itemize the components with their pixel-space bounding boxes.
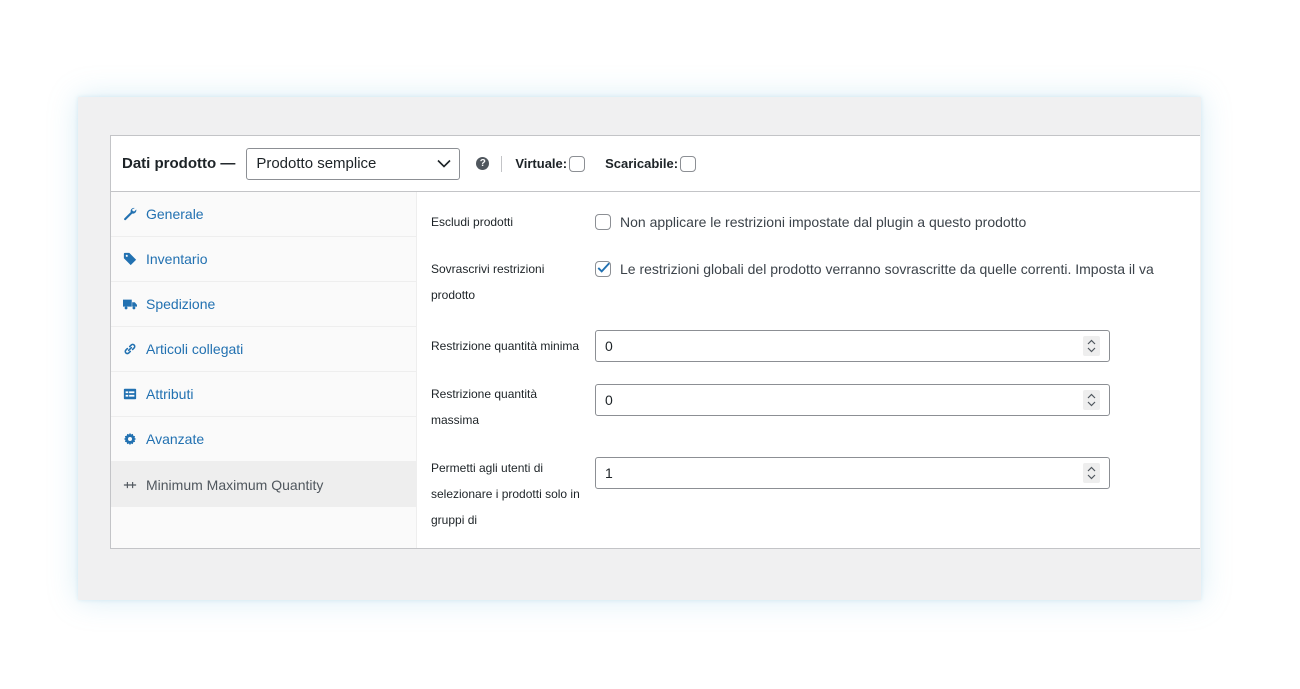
tab-label: Minimum Maximum Quantity xyxy=(146,476,324,493)
header-divider xyxy=(501,155,503,172)
stepper-arrows-icon xyxy=(1087,339,1096,353)
exclude-products-row: Escludi prodotti Non applicare le restri… xyxy=(417,209,1200,235)
tab-shipping[interactable]: Spedizione xyxy=(111,282,416,327)
tab-content: Escludi prodotti Non applicare le restri… xyxy=(417,192,1200,548)
min-quantity-row: Restrizione quantità minima 0 xyxy=(417,330,1200,362)
exclude-products-label: Escludi prodotti xyxy=(431,215,514,229)
tab-label: Attributi xyxy=(146,386,194,402)
stepper-arrows-icon xyxy=(1087,466,1096,480)
virtual-label: Virtuale: xyxy=(515,156,568,171)
tab-linked-products[interactable]: Articoli collegati xyxy=(111,327,416,372)
truck-icon xyxy=(122,297,137,312)
tab-label: Articoli collegati xyxy=(146,341,244,357)
min-quantity-input[interactable]: 0 xyxy=(595,330,1110,362)
override-restrictions-description: Le restrizioni globali del prodotto verr… xyxy=(620,261,1154,277)
tab-advanced[interactable]: Avanzate xyxy=(111,417,416,462)
chevron-down-icon xyxy=(437,159,451,168)
checkmark-icon xyxy=(597,262,610,273)
virtual-toggle[interactable]: Virtuale: xyxy=(515,155,586,172)
tab-inventory[interactable]: Inventario xyxy=(111,237,416,282)
max-quantity-stepper[interactable] xyxy=(1083,390,1100,410)
product-data-header: Dati prodotto — Prodotto semplice ? Virt… xyxy=(111,136,1200,192)
downloadable-toggle[interactable]: Scaricabile: xyxy=(605,155,697,172)
label-line: Sovrascrivi restrizioni xyxy=(431,262,545,276)
override-restrictions-row: Sovrascrivi restrizioni prodotto Le rest… xyxy=(417,256,1200,308)
question-icon[interactable]: ? xyxy=(476,157,490,170)
max-quantity-value: 0 xyxy=(605,392,613,408)
wrench-icon xyxy=(122,207,137,222)
min-quantity-value: 0 xyxy=(605,338,613,354)
gear-icon xyxy=(122,432,137,447)
max-quantity-input[interactable]: 0 xyxy=(595,384,1110,416)
label-line: prodotto xyxy=(431,288,476,302)
label-line: selezionare i prodotti solo in xyxy=(431,487,580,501)
min-quantity-stepper[interactable] xyxy=(1083,336,1100,356)
group-quantity-label: Permetti agli utenti di selezionare i pr… xyxy=(431,455,597,533)
tab-min-max-quantity[interactable]: Minimum Maximum Quantity xyxy=(111,462,416,507)
min-quantity-label: Restrizione quantità minima xyxy=(431,339,580,353)
max-quantity-row: Restrizione quantità massima 0 xyxy=(417,384,1200,436)
group-quantity-stepper[interactable] xyxy=(1083,463,1100,483)
plugin-icon xyxy=(122,477,137,492)
tab-label: Avanzate xyxy=(146,431,205,447)
label-line: gruppi di xyxy=(431,513,478,527)
override-restrictions-label: Sovrascrivi restrizioni prodotto xyxy=(431,256,597,308)
stepper-arrows-icon xyxy=(1087,393,1096,407)
list-icon xyxy=(122,387,137,402)
max-quantity-label: Restrizione quantità massima xyxy=(431,381,597,433)
tag-icon xyxy=(122,252,137,267)
product-data-panel: Dati prodotto — Prodotto semplice ? Virt… xyxy=(110,135,1200,549)
screenshot-frame: Dati prodotto — Prodotto semplice ? Virt… xyxy=(78,97,1201,600)
tab-label: Spedizione xyxy=(146,296,216,312)
tab-label: Inventario xyxy=(146,251,208,267)
exclude-products-checkbox[interactable] xyxy=(595,214,611,230)
downloadable-checkbox[interactable] xyxy=(680,155,697,172)
tab-label: Generale xyxy=(146,206,204,222)
exclude-products-description: Non applicare le restrizioni impostate d… xyxy=(620,214,1027,230)
product-type-select[interactable]: Prodotto semplice xyxy=(246,147,461,180)
override-restrictions-checkbox[interactable] xyxy=(595,261,611,277)
group-quantity-input[interactable]: 1 xyxy=(595,457,1110,489)
override-restrictions-option[interactable]: Le restrizioni globali del prodotto verr… xyxy=(595,256,1154,282)
label-line: massima xyxy=(431,413,480,427)
downloadable-label: Scaricabile: xyxy=(605,156,679,171)
product-type-value: Prodotto semplice xyxy=(256,155,377,172)
tab-attributes[interactable]: Attributi xyxy=(111,372,416,417)
exclude-products-option[interactable]: Non applicare le restrizioni impostate d… xyxy=(595,209,1026,235)
label-line: Restrizione quantità xyxy=(431,387,538,401)
tab-general[interactable]: Generale xyxy=(111,192,416,237)
virtual-checkbox[interactable] xyxy=(569,155,586,172)
group-quantity-row: Permetti agli utenti di selezionare i pr… xyxy=(417,457,1200,537)
label-line: Permetti agli utenti di xyxy=(431,461,544,475)
product-data-tabs: Generale Inventario Spedizione Articoli … xyxy=(111,192,417,548)
link-icon xyxy=(122,342,137,357)
group-quantity-value: 1 xyxy=(605,465,613,481)
panel-title: Dati prodotto — xyxy=(122,155,236,172)
